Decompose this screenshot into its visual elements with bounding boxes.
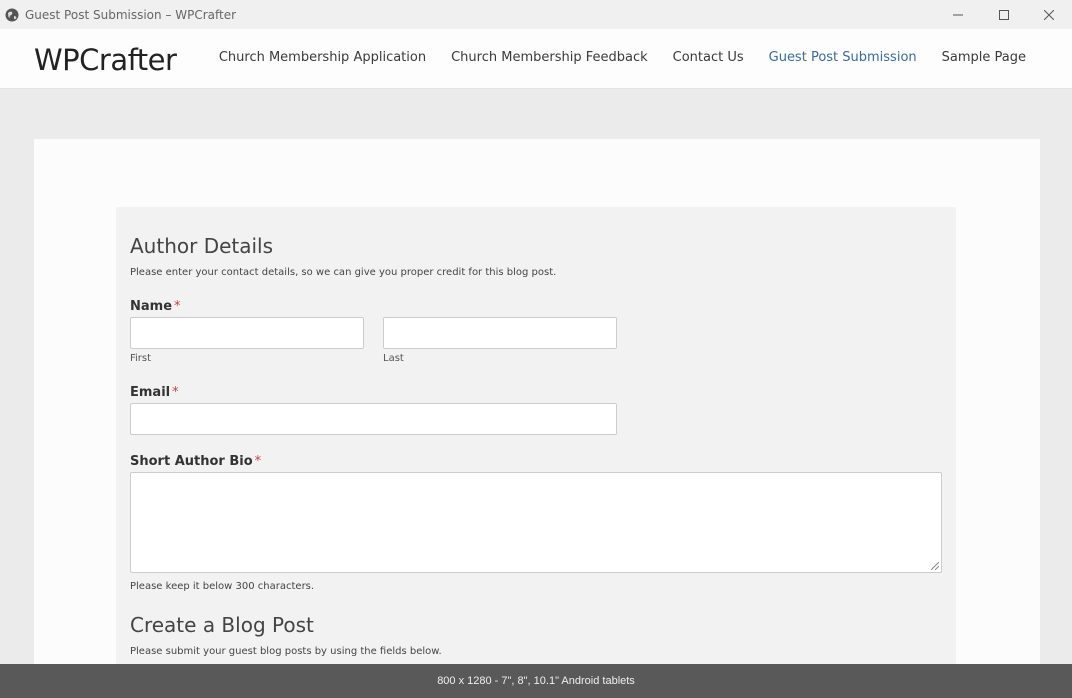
nav-item-contact-us[interactable]: Contact Us (673, 50, 744, 65)
nav-item-church-membership-feedback[interactable]: Church Membership Feedback (451, 50, 648, 65)
minimize-button[interactable] (935, 0, 981, 29)
bio-label: Short Author Bio * (130, 454, 261, 469)
globe-icon (5, 8, 19, 21)
device-size-label: 800 x 1280 - 7", 8", 10.1" Android table… (437, 675, 635, 687)
device-size-bar: 800 x 1280 - 7", 8", 10.1" Android table… (0, 664, 1072, 698)
close-icon (1044, 9, 1054, 20)
required-marker: * (174, 299, 181, 314)
bio-label-text: Short Author Bio (130, 454, 253, 469)
first-name-input[interactable] (130, 317, 364, 349)
window-titlebar: Guest Post Submission – WPCrafter (0, 0, 1072, 29)
minimize-icon (953, 14, 963, 15)
name-label: Name * (130, 299, 181, 314)
primary-nav: Church Membership Application Church Mem… (219, 50, 1026, 65)
post-section-title: Create a Blog Post (130, 613, 314, 637)
required-marker: * (254, 454, 262, 469)
site-header: WPCrafter Church Membership Application … (0, 29, 1072, 89)
last-name-input[interactable] (383, 317, 617, 349)
post-section-description: Please submit your guest blog posts by u… (130, 646, 442, 657)
email-input[interactable] (130, 403, 617, 435)
resize-handle-icon[interactable] (931, 562, 939, 570)
name-label-text: Name (130, 299, 173, 314)
author-section-title: Author Details (130, 234, 274, 258)
nav-item-guest-post-submission[interactable]: Guest Post Submission (769, 50, 917, 65)
close-button[interactable] (1026, 0, 1072, 29)
bio-textarea[interactable] (130, 472, 942, 573)
required-marker: * (172, 385, 179, 400)
author-section-description: Please enter your contact details, so we… (130, 267, 557, 278)
window-title: Guest Post Submission – WPCrafter (25, 7, 237, 22)
bio-hint: Please keep it below 300 characters. (130, 581, 315, 592)
email-label: Email * (130, 385, 179, 400)
nav-item-sample-page[interactable]: Sample Page (942, 50, 1026, 65)
email-label-text: Email (130, 385, 171, 400)
last-name-sublabel: Last (383, 353, 404, 364)
first-name-sublabel: First (130, 353, 152, 364)
site-logo[interactable]: WPCrafter (34, 43, 177, 77)
maximize-button[interactable] (981, 0, 1027, 29)
nav-item-church-membership-application[interactable]: Church Membership Application (219, 50, 426, 65)
maximize-icon (999, 9, 1009, 20)
